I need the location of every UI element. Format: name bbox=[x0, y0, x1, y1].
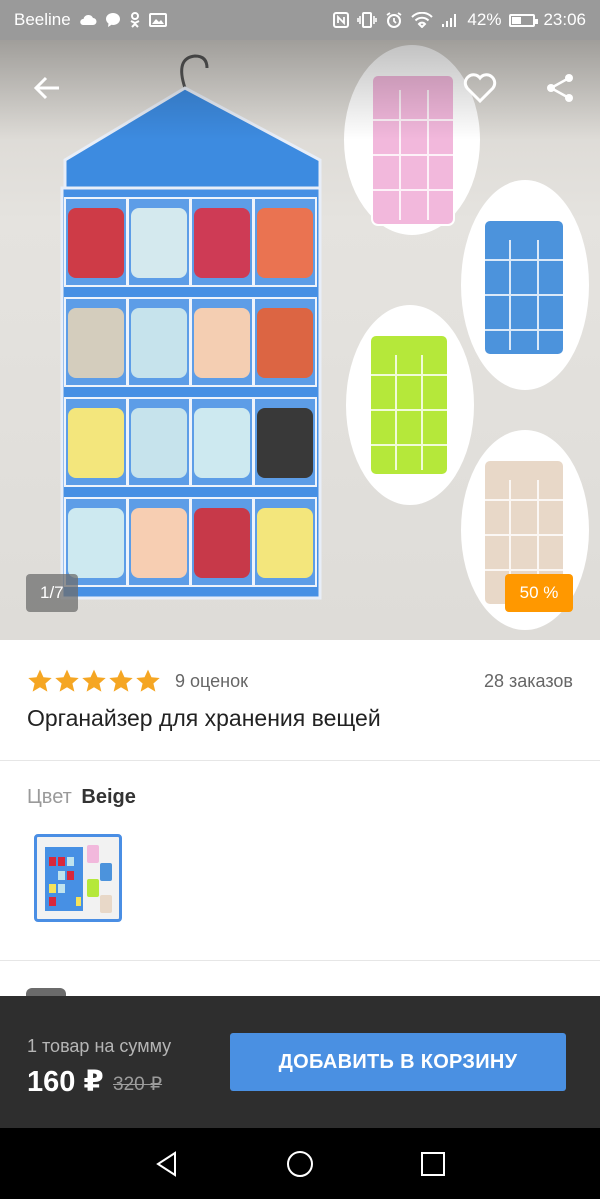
rating-row: 9 оценок 28 заказов bbox=[27, 662, 573, 700]
back-button[interactable] bbox=[27, 68, 67, 108]
share-button[interactable] bbox=[540, 68, 580, 108]
color-label: Цвет Beige bbox=[27, 786, 136, 809]
add-to-cart-button[interactable]: ДОБАВИТЬ В КОРЗИНУ bbox=[230, 1033, 566, 1091]
favorite-button[interactable] bbox=[460, 68, 500, 108]
slide-counter: 1/7 bbox=[26, 574, 78, 612]
reviews-count[interactable]: 9 оценок bbox=[175, 671, 248, 692]
heart-icon bbox=[463, 73, 497, 103]
star-icon bbox=[55, 669, 79, 692]
nav-recents-button[interactable] bbox=[415, 1146, 451, 1182]
nav-back-icon bbox=[156, 1151, 176, 1177]
pocket-frame bbox=[64, 397, 128, 487]
top-shade bbox=[0, 40, 600, 140]
back-arrow-icon bbox=[33, 76, 59, 100]
nav-recents-icon bbox=[421, 1152, 445, 1176]
star-icon bbox=[82, 669, 106, 692]
signal-icon bbox=[441, 12, 459, 28]
gallery-icon bbox=[148, 13, 167, 27]
pocket-frame bbox=[190, 297, 254, 387]
divider bbox=[0, 960, 600, 961]
cart-bar: 1 товар на сумму 160 ₽ 320 ₽ ДОБАВИТЬ В … bbox=[0, 996, 600, 1128]
star-icon bbox=[28, 669, 52, 692]
battery-percent: 42% bbox=[467, 10, 502, 29]
nfc-icon bbox=[333, 12, 350, 28]
pocket-frame bbox=[190, 397, 254, 487]
pocket-frame bbox=[253, 297, 317, 387]
pocket-frame bbox=[64, 297, 128, 387]
product-title: Органайзер для хранения вещей bbox=[27, 705, 381, 731]
wifi-icon bbox=[411, 12, 434, 28]
nav-home-button[interactable] bbox=[282, 1146, 318, 1182]
product-image-gallery[interactable]: 1/7 50 % bbox=[0, 40, 600, 640]
rating-group[interactable]: 9 оценок bbox=[27, 668, 248, 694]
rating-stars bbox=[27, 668, 161, 694]
pocket-frame bbox=[127, 197, 191, 287]
ok-icon bbox=[129, 12, 141, 28]
color-key: Цвет bbox=[27, 786, 72, 808]
cloud-icon bbox=[79, 14, 97, 26]
swatch-thumbnail bbox=[45, 845, 112, 913]
clock: 23:06 bbox=[543, 10, 586, 29]
sum-label: 1 товар на сумму bbox=[27, 1036, 172, 1056]
carrier-name: Beeline bbox=[14, 10, 71, 29]
pocket-frame bbox=[127, 297, 191, 387]
divider bbox=[0, 760, 600, 761]
battery-icon bbox=[509, 13, 539, 27]
star-icon bbox=[109, 669, 133, 692]
status-right: 42% 23:06 bbox=[333, 10, 586, 30]
color-swatch-selected[interactable] bbox=[34, 834, 122, 922]
navigation-bar bbox=[0, 1128, 600, 1199]
pocket-frame bbox=[64, 197, 128, 287]
alarm-icon bbox=[385, 11, 403, 29]
orders-count: 28 заказов bbox=[484, 670, 573, 691]
pocket-frame bbox=[190, 497, 254, 587]
star-icon bbox=[136, 669, 160, 692]
vibrate-icon bbox=[357, 12, 378, 28]
pocket-frame bbox=[190, 197, 254, 287]
message-icon bbox=[105, 12, 121, 28]
battery-level-fill bbox=[512, 16, 521, 24]
share-icon bbox=[547, 74, 573, 102]
price: 160 ₽ bbox=[27, 1066, 104, 1098]
discount-badge: 50 % bbox=[505, 574, 573, 612]
nav-back-button[interactable] bbox=[149, 1146, 185, 1182]
status-left: Beeline bbox=[14, 10, 167, 30]
color-value: Beige bbox=[81, 786, 136, 808]
old-price: 320 ₽ bbox=[113, 1074, 163, 1095]
pocket-frame bbox=[253, 197, 317, 287]
pocket-frame bbox=[127, 397, 191, 487]
pocket-frame bbox=[253, 397, 317, 487]
pocket-frame bbox=[127, 497, 191, 587]
nav-home-icon bbox=[287, 1151, 313, 1177]
pocket-frame bbox=[253, 497, 317, 587]
pocket-frame bbox=[64, 497, 128, 587]
status-bar: Beeline 42% 23:06 bbox=[0, 0, 600, 40]
